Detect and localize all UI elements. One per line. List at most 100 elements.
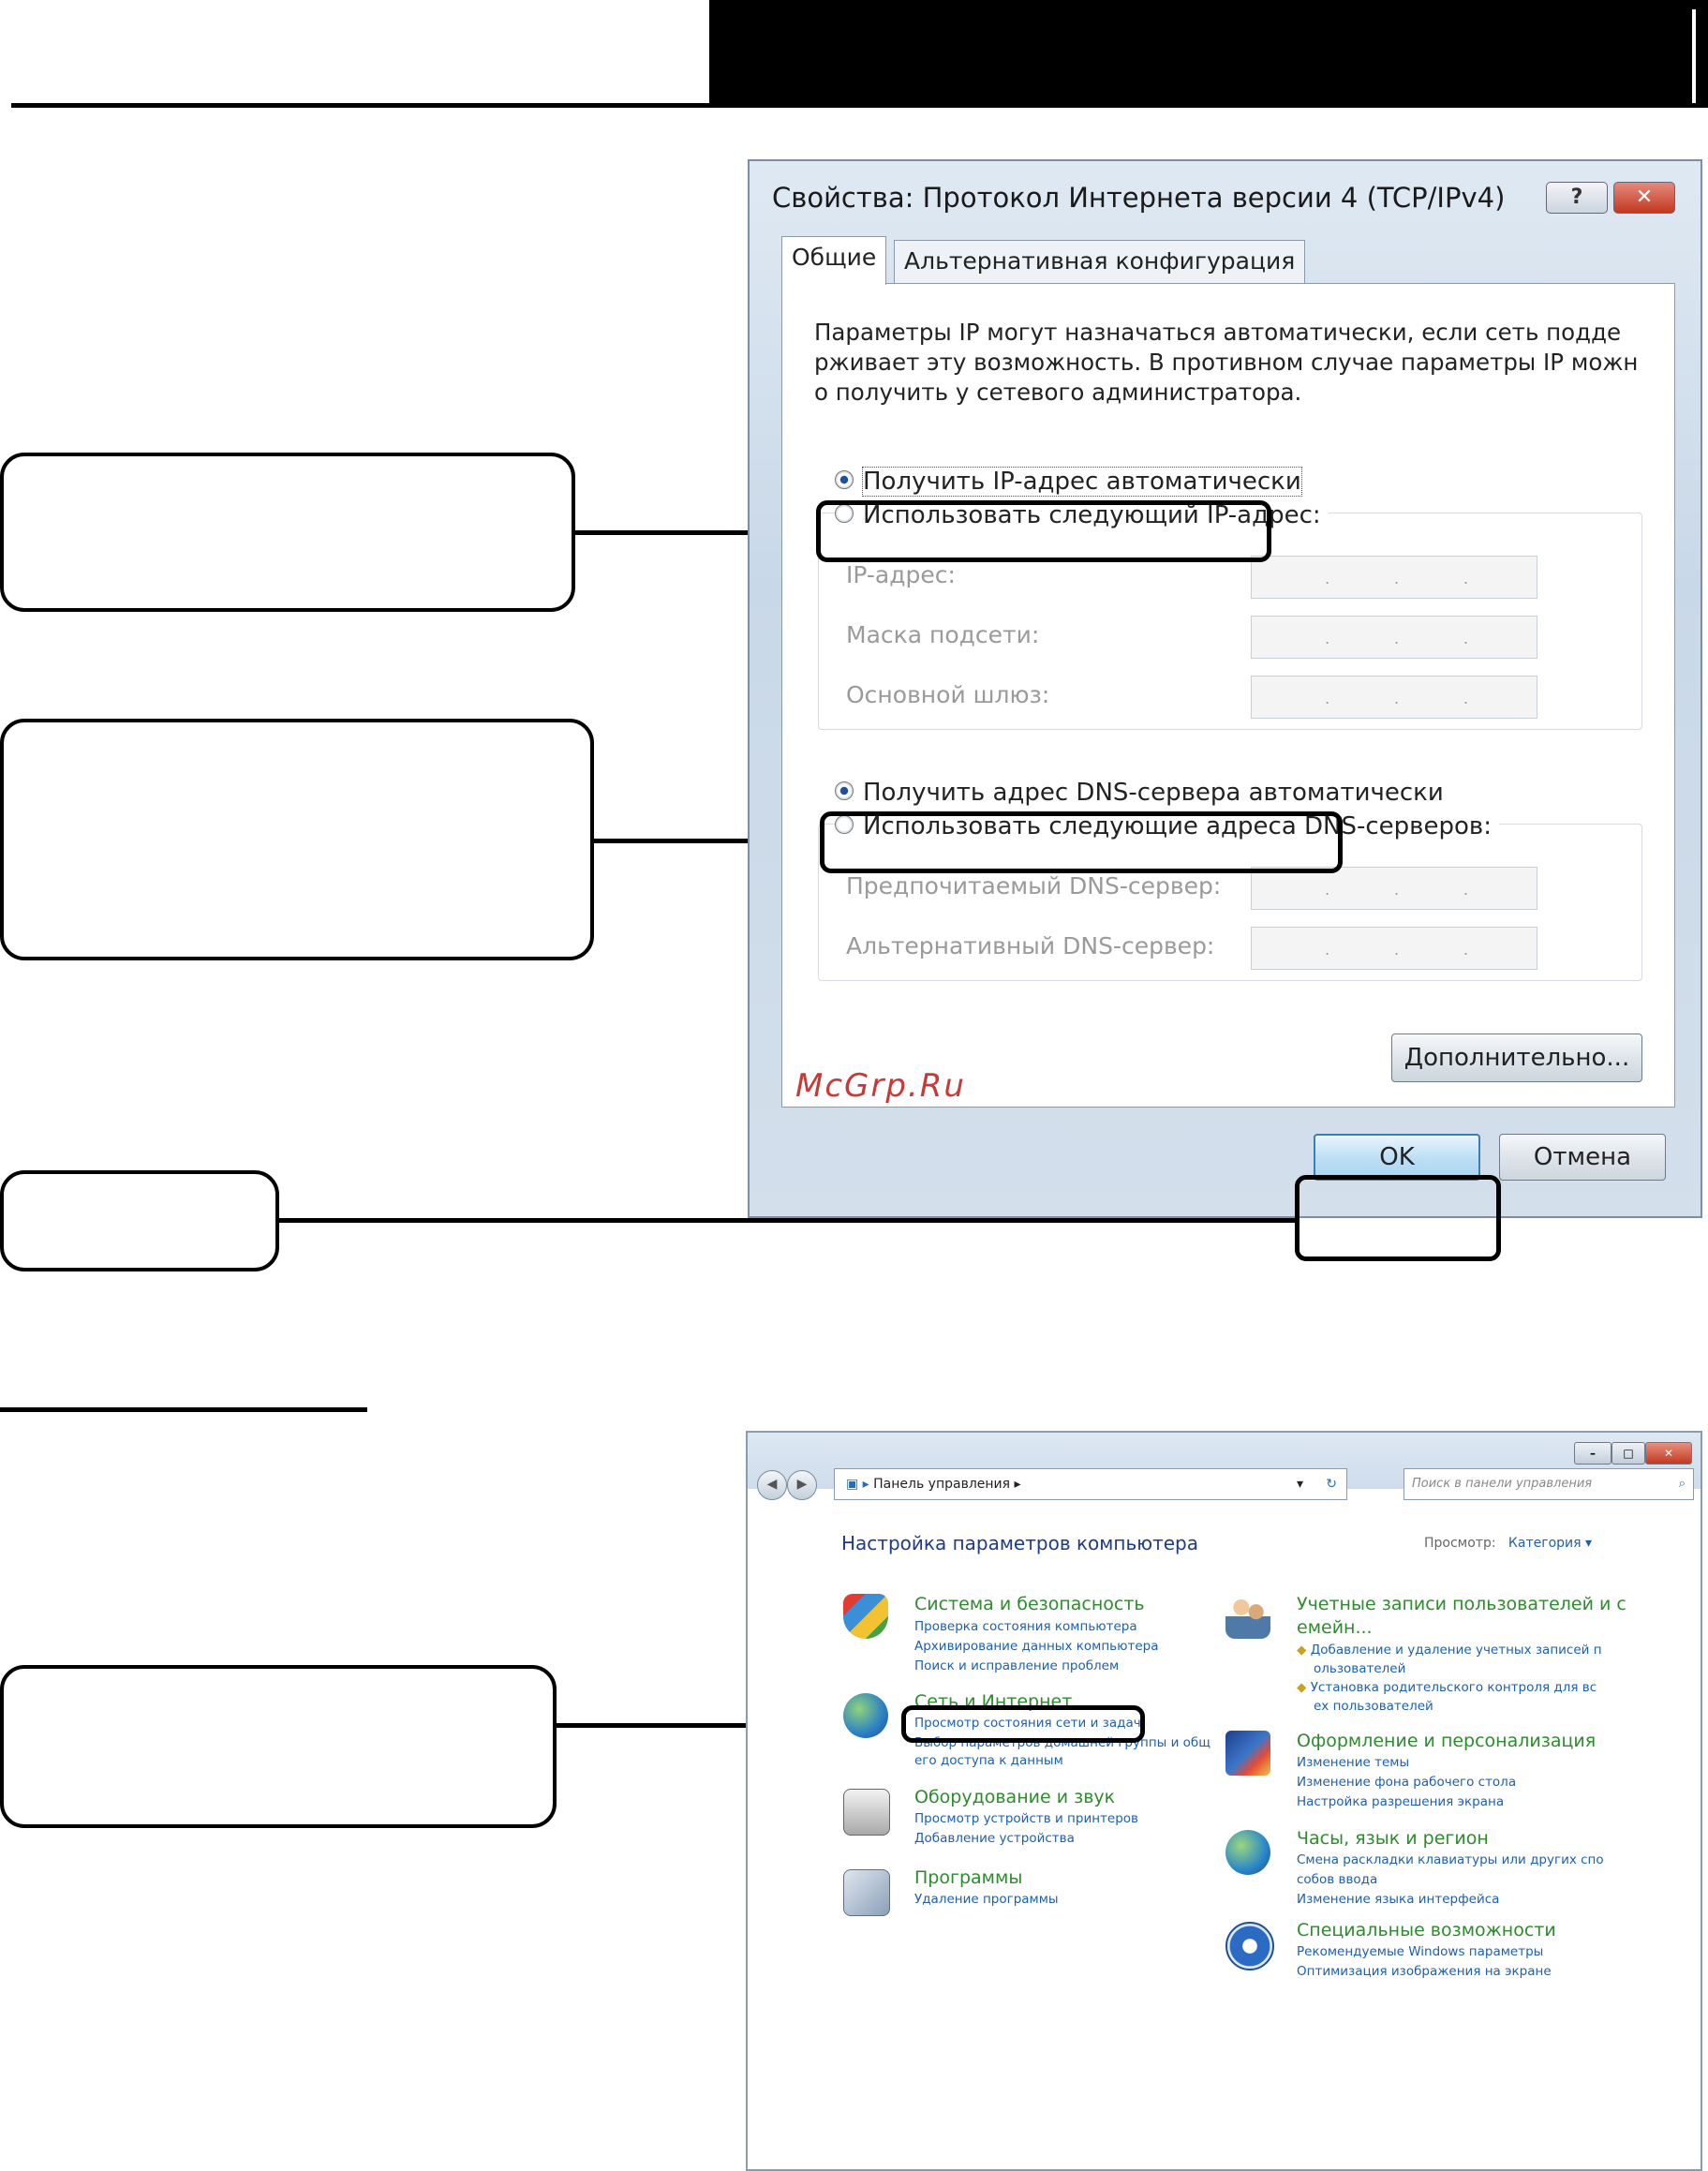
search-input[interactable]: Поиск в панели управления ⌕ (1404, 1468, 1694, 1500)
advanced-button[interactable]: Дополнительно... (1391, 1033, 1642, 1082)
link-sharing[interactable]: его доступа к данным (914, 1751, 1063, 1771)
tab-alternate-config[interactable]: Альтернативная конфигурация (894, 240, 1306, 285)
search-icon[interactable]: ⌕ (1679, 1469, 1686, 1499)
address-bar[interactable]: ▣ ▸ Панель управления ▸ ▾ ↻ (834, 1468, 1347, 1500)
section-underline (0, 1407, 367, 1412)
link-troubleshoot[interactable]: Поиск и исправление проблем (914, 1657, 1119, 1676)
forward-button[interactable]: ▶ (787, 1470, 817, 1500)
description-line: о получить у сетевого администратора. (814, 379, 1302, 406)
view-label: Просмотр: (1424, 1536, 1496, 1551)
category-user-accounts[interactable]: Учетные записи пользователей и с (1297, 1594, 1626, 1614)
control-panel-breadcrumb-icon: ▣ ▸ (846, 1477, 874, 1492)
breadcrumb: Панель управления (873, 1477, 1011, 1492)
highlight-ip-manual (816, 500, 1271, 562)
category-system-security[interactable]: Система и безопасность (914, 1594, 1145, 1614)
close-button[interactable]: ✕ (1613, 182, 1675, 214)
preferred-dns-label: Предпочитаемый DNS-сервер: (846, 872, 1222, 900)
dialog-title: Свойства: Протокол Интернета версии 4 (T… (772, 182, 1506, 214)
link-display-language[interactable]: Изменение языка интерфейса (1297, 1890, 1499, 1910)
cancel-button[interactable]: Отмена (1499, 1134, 1666, 1181)
header-rule (11, 103, 709, 108)
link-check-status[interactable]: Проверка состояния компьютера (914, 1617, 1137, 1637)
clock-globe-icon (1225, 1830, 1270, 1875)
subnet-mask-input[interactable]: ... (1251, 616, 1537, 659)
link-desktop-background[interactable]: Изменение фона рабочего стола (1297, 1773, 1516, 1792)
tab-general[interactable]: Общие (781, 236, 887, 285)
description-line: Параметры IP могут назначаться автоматич… (814, 319, 1622, 346)
radio-selected-icon (835, 469, 854, 489)
link-change-theme[interactable]: Изменение темы (1297, 1753, 1409, 1773)
radio-selected-icon (835, 781, 854, 800)
link-keyboard-layout[interactable]: Смена раскладки клавиатуры или других сп… (1297, 1851, 1604, 1870)
category-accessibility[interactable]: Специальные возможности (1297, 1920, 1556, 1941)
minimize-button[interactable]: – (1574, 1442, 1611, 1465)
dropdown-chevron-icon[interactable]: ▾ (1297, 1469, 1303, 1499)
category-user-accounts-cont[interactable]: емейн... (1297, 1617, 1373, 1638)
uac-shield-icon: ◆ (1297, 1643, 1307, 1658)
radio-ip-auto-label: Получить IP-адрес автоматически (862, 467, 1302, 497)
description-line: рживает эту возможность. В противном слу… (814, 349, 1639, 376)
uac-shield-icon: ◆ (1297, 1680, 1307, 1695)
link-uninstall[interactable]: Удаление программы (914, 1890, 1059, 1910)
description-text: Параметры IP могут назначаться автоматич… (814, 318, 1657, 408)
breadcrumb-chevron-icon: ▸ (1010, 1477, 1021, 1492)
maximize-button[interactable]: □ (1611, 1442, 1645, 1465)
programs-icon (843, 1869, 890, 1916)
help-button[interactable]: ? (1546, 182, 1608, 214)
alternate-dns-label: Альтернативный DNS-сервер: (846, 932, 1215, 959)
accessibility-icon (1225, 1922, 1274, 1970)
category-programs[interactable]: Программы (914, 1867, 1022, 1888)
ipv4-properties-dialog: Свойства: Протокол Интернета версии 4 (T… (748, 159, 1702, 1218)
back-button[interactable]: ◀ (757, 1470, 787, 1500)
refresh-icon[interactable]: ↻ (1326, 1469, 1337, 1499)
link-add-remove-accounts-cont[interactable]: ользователей (1314, 1659, 1405, 1679)
alternate-dns-input[interactable]: ... (1251, 927, 1537, 970)
network-globe-icon (843, 1693, 888, 1738)
header-black-bar (709, 0, 1708, 108)
radio-dns-auto[interactable]: Получить адрес DNS-сервера автоматически (835, 779, 1444, 807)
window-close-button[interactable]: ✕ (1645, 1442, 1692, 1465)
ip-address-input[interactable]: ... (1251, 556, 1537, 599)
link-add-device[interactable]: Добавление устройства (914, 1829, 1075, 1849)
printer-icon (843, 1789, 890, 1836)
general-tab-panel: Параметры IP могут назначаться автоматич… (781, 283, 1675, 1108)
watermark: McGrp.Ru (795, 1067, 966, 1105)
search-placeholder: Поиск в панели управления (1412, 1477, 1593, 1491)
header-bar-tick (1692, 9, 1696, 103)
default-gateway-label: Основной шлюз: (846, 681, 1050, 708)
link-keyboard-layout-cont[interactable]: собов ввода (1297, 1870, 1377, 1890)
callout-box-ok (0, 1170, 279, 1271)
shield-icon (843, 1594, 888, 1639)
radio-dns-auto-label: Получить адрес DNS-сервера автоматически (863, 779, 1444, 807)
link-devices-printers[interactable]: Просмотр устройств и принтеров (914, 1809, 1138, 1829)
connector-line-ok (275, 1218, 1297, 1223)
control-panel-window: – □ ✕ ◀ ▶ ▣ ▸ Панель управления ▸ ▾ ↻ По… (746, 1431, 1702, 2171)
view-selector[interactable]: Просмотр: Категория ▾ (1424, 1536, 1592, 1551)
category-hardware-sound[interactable]: Оборудование и звук (914, 1787, 1115, 1807)
link-backup[interactable]: Архивирование данных компьютера (914, 1637, 1159, 1657)
link-parental-controls-cont[interactable]: ех пользователей (1314, 1697, 1433, 1717)
callout-box-ip-manual (0, 453, 575, 612)
radio-ip-auto[interactable]: Получить IP-адрес автоматически (835, 467, 1302, 497)
users-icon (1225, 1594, 1270, 1639)
default-gateway-input[interactable]: ... (1251, 676, 1537, 719)
ok-button[interactable]: OK (1314, 1134, 1480, 1181)
link-add-remove-accounts[interactable]: ◆ Добавление и удаление учетных записей … (1297, 1641, 1602, 1660)
highlight-dns-manual (820, 811, 1343, 873)
link-optimize-display[interactable]: Оптимизация изображения на экране (1297, 1962, 1552, 1982)
page-title: Настройка параметров компьютера (841, 1532, 1198, 1554)
category-clock-language[interactable]: Часы, язык и регион (1297, 1828, 1489, 1849)
link-screen-resolution[interactable]: Настройка разрешения экрана (1297, 1792, 1504, 1812)
personalization-icon (1225, 1731, 1270, 1776)
callout-box-dns-manual (0, 719, 594, 960)
view-chevron-icon: ▾ (1581, 1536, 1593, 1551)
subnet-mask-label: Маска подсети: (846, 621, 1040, 648)
ip-address-label: IP-адрес: (846, 561, 956, 588)
category-appearance[interactable]: Оформление и персонализация (1297, 1731, 1596, 1751)
highlight-ok (1295, 1175, 1501, 1261)
link-parental-controls[interactable]: ◆ Установка родительского контроля для в… (1297, 1678, 1597, 1698)
link-recommended-settings[interactable]: Рекомендуемые Windows параметры (1297, 1942, 1543, 1962)
highlight-network-status (901, 1705, 1145, 1743)
view-value[interactable]: Категория (1508, 1536, 1582, 1551)
callout-box-network-status (0, 1665, 557, 1828)
